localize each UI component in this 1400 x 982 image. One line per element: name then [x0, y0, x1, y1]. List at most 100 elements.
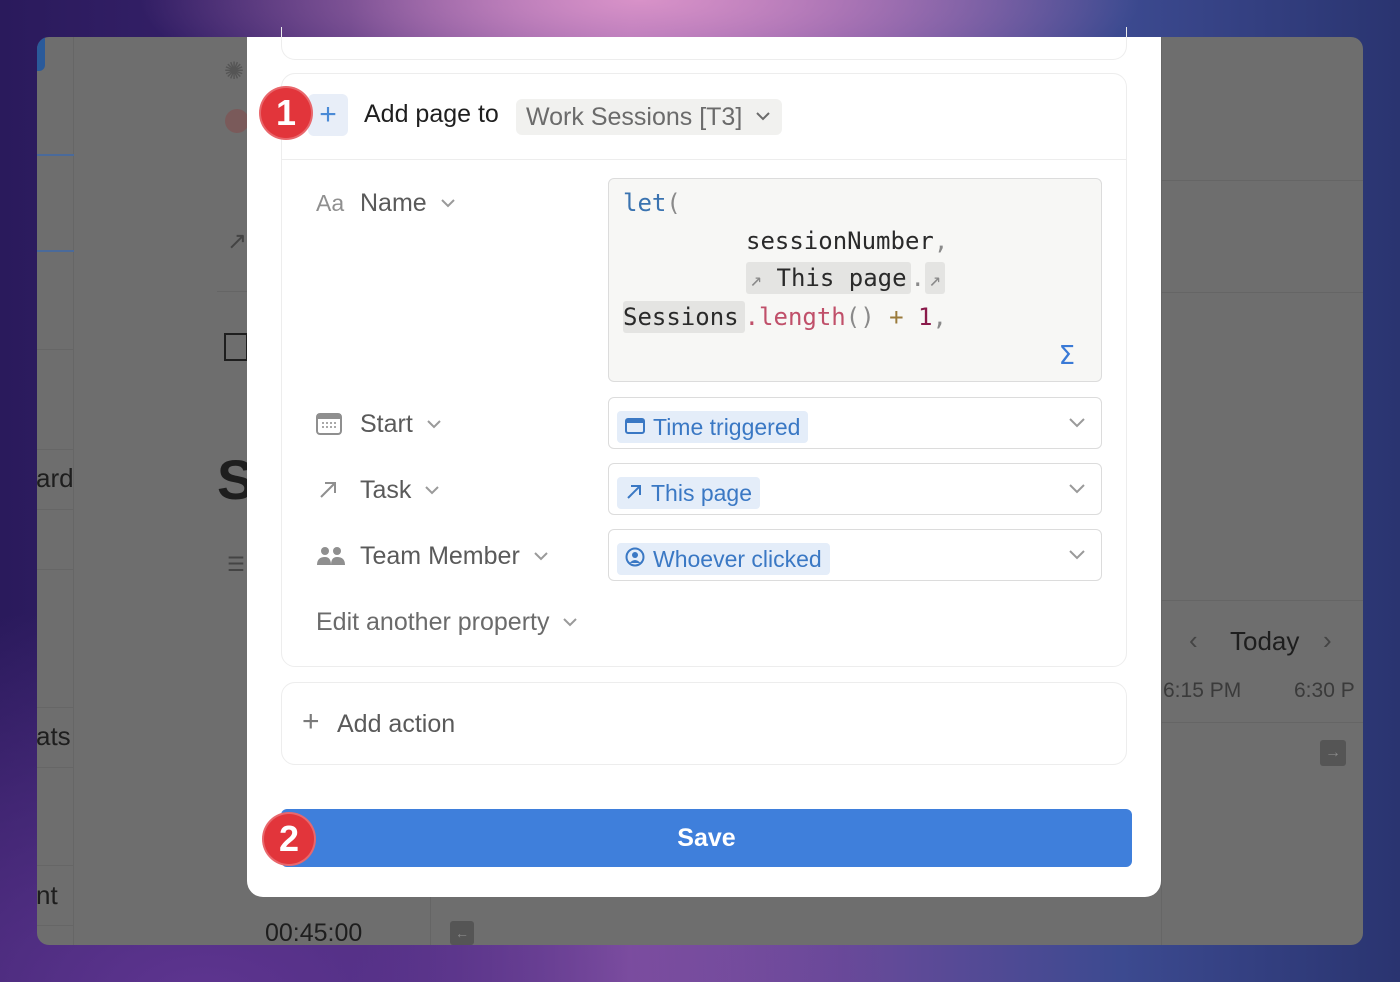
formula-method: .length	[744, 303, 846, 331]
formula-paren: ()	[845, 303, 875, 331]
name-formula-editor[interactable]: let( sessionNumber, ↗ This page. ↗ Sessio…	[608, 178, 1102, 382]
start-value-field[interactable]: Time triggered	[608, 397, 1102, 449]
people-icon	[316, 545, 348, 567]
team-member-value-field[interactable]: Whoever clicked	[608, 529, 1102, 581]
sidebar-divider	[37, 569, 74, 570]
property-label: Team Member	[360, 541, 520, 570]
duration-value: 00:45:00	[265, 919, 363, 945]
formula-variable: sessionNumber	[746, 227, 934, 255]
add-action-button[interactable]: + Add action	[281, 682, 1127, 765]
value-chip: This page	[617, 477, 761, 509]
divider	[1161, 722, 1363, 723]
divider	[217, 291, 247, 292]
sidebar-divider	[37, 449, 74, 450]
sidebar-divider	[37, 767, 74, 768]
mention-chip[interactable]: ↗ This page	[746, 262, 911, 294]
add-page-label: Add page to	[364, 100, 499, 128]
add-page-action-card: + Add page to Work Sessions [T3] Aa Name…	[281, 73, 1127, 667]
chevron-down-icon	[439, 194, 457, 212]
property-row-start[interactable]: Start	[316, 404, 443, 444]
sidebar-divider	[37, 707, 74, 708]
mention-chip[interactable]: ↗	[925, 262, 946, 294]
property-row-task[interactable]: Task	[316, 470, 441, 510]
chevron-down-icon	[754, 105, 772, 127]
formula-line: ↗ This page. ↗	[746, 262, 946, 294]
save-button[interactable]: Save	[281, 809, 1132, 867]
button-settings-modal: + Add page to Work Sessions [T3] Aa Name…	[247, 27, 1161, 897]
formula-line: Sessions .length() + 1,	[623, 301, 947, 333]
calendar-today-button[interactable]: Today	[1230, 626, 1299, 657]
formula-keyword: let	[623, 189, 667, 217]
formula-punct: ,	[933, 227, 949, 255]
checkbox-icon	[224, 333, 248, 361]
step-badge-2: 2	[262, 812, 316, 866]
database-select[interactable]: Work Sessions [T3]	[516, 99, 783, 135]
divider	[1161, 180, 1363, 181]
mention-label: Sessions	[623, 301, 745, 333]
calendar-time-label: 6:15 PM	[1163, 679, 1242, 702]
formula-punct: ,	[932, 303, 947, 331]
relation-arrow-icon: ↗	[929, 267, 942, 291]
chevron-down-icon	[561, 613, 579, 631]
formula-number: 1	[918, 303, 933, 331]
formula-operator: +	[889, 303, 904, 331]
value-chip-label: Time triggered	[653, 413, 801, 440]
sidebar-item-label: nt	[37, 880, 58, 910]
calendar-icon	[625, 414, 645, 441]
edit-another-property-button[interactable]: Edit another property	[316, 602, 579, 642]
sidebar-divider	[37, 349, 74, 350]
calendar-next-button[interactable]: ›	[1323, 625, 1332, 656]
sidebar-divider	[37, 154, 74, 156]
property-row-name[interactable]: Aa Name	[316, 183, 457, 223]
step-badge-1: 1	[259, 86, 313, 140]
plus-icon: +	[319, 98, 337, 131]
formula-line: sessionNumber,	[746, 227, 948, 255]
sidebar-divider	[37, 865, 74, 866]
chevron-down-icon	[1067, 480, 1087, 498]
sidebar-divider	[37, 925, 74, 926]
previous-action-card	[281, 27, 1127, 60]
formula-punct: .	[910, 264, 925, 292]
property-label: Task	[360, 475, 412, 504]
action-header: + Add page to Work Sessions [T3]	[282, 74, 1126, 160]
calendar-icon	[316, 412, 348, 436]
sidebar-item-label: ards	[37, 463, 73, 493]
divider	[1161, 37, 1162, 945]
formula-sigma-icon[interactable]: Σ	[1059, 341, 1075, 371]
divider	[1161, 600, 1363, 601]
relation-arrow-icon	[625, 480, 643, 507]
add-action-label: Add action	[337, 710, 456, 738]
relation-arrow-icon: ↗	[227, 228, 248, 255]
divider	[430, 897, 431, 945]
add-page-icon-button[interactable]: +	[308, 94, 348, 136]
chevron-down-icon	[1067, 546, 1087, 564]
value-chip: Whoever clicked	[617, 543, 830, 575]
property-row-team-member[interactable]: Team Member	[316, 536, 550, 576]
chevron-down-icon	[1067, 414, 1087, 432]
chevron-down-icon	[532, 547, 550, 565]
formula-paren: (	[666, 189, 681, 217]
plus-icon: +	[302, 705, 320, 738]
database-select-value: Work Sessions [T3]	[526, 102, 743, 131]
value-chip: Time triggered	[617, 411, 809, 443]
mention-label: This page	[776, 264, 907, 292]
arrow-right-icon[interactable]: →	[1320, 740, 1346, 766]
sidebar-divider	[37, 250, 74, 252]
arrow-left-icon[interactable]: ←	[450, 921, 474, 945]
task-value-field[interactable]: This page	[608, 463, 1102, 515]
list-icon: ☰	[227, 554, 245, 576]
calendar-prev-button[interactable]: ‹	[1189, 625, 1198, 656]
divider	[1161, 292, 1363, 293]
value-chip-label: Whoever clicked	[653, 545, 822, 572]
background-sidebar: ards ats nt	[37, 37, 74, 945]
chevron-down-icon	[423, 481, 441, 499]
property-label: Start	[360, 409, 413, 438]
calendar-time-label: 6:30 P	[1294, 679, 1355, 702]
formula-line: let(	[623, 189, 681, 217]
edit-another-property-label: Edit another property	[316, 607, 550, 636]
loading-spinner-icon: ✺	[224, 58, 245, 85]
sidebar-item-label: ats	[37, 721, 71, 751]
chevron-down-icon	[425, 415, 443, 433]
property-label: Name	[360, 188, 427, 217]
relation-arrow-icon	[316, 478, 348, 502]
